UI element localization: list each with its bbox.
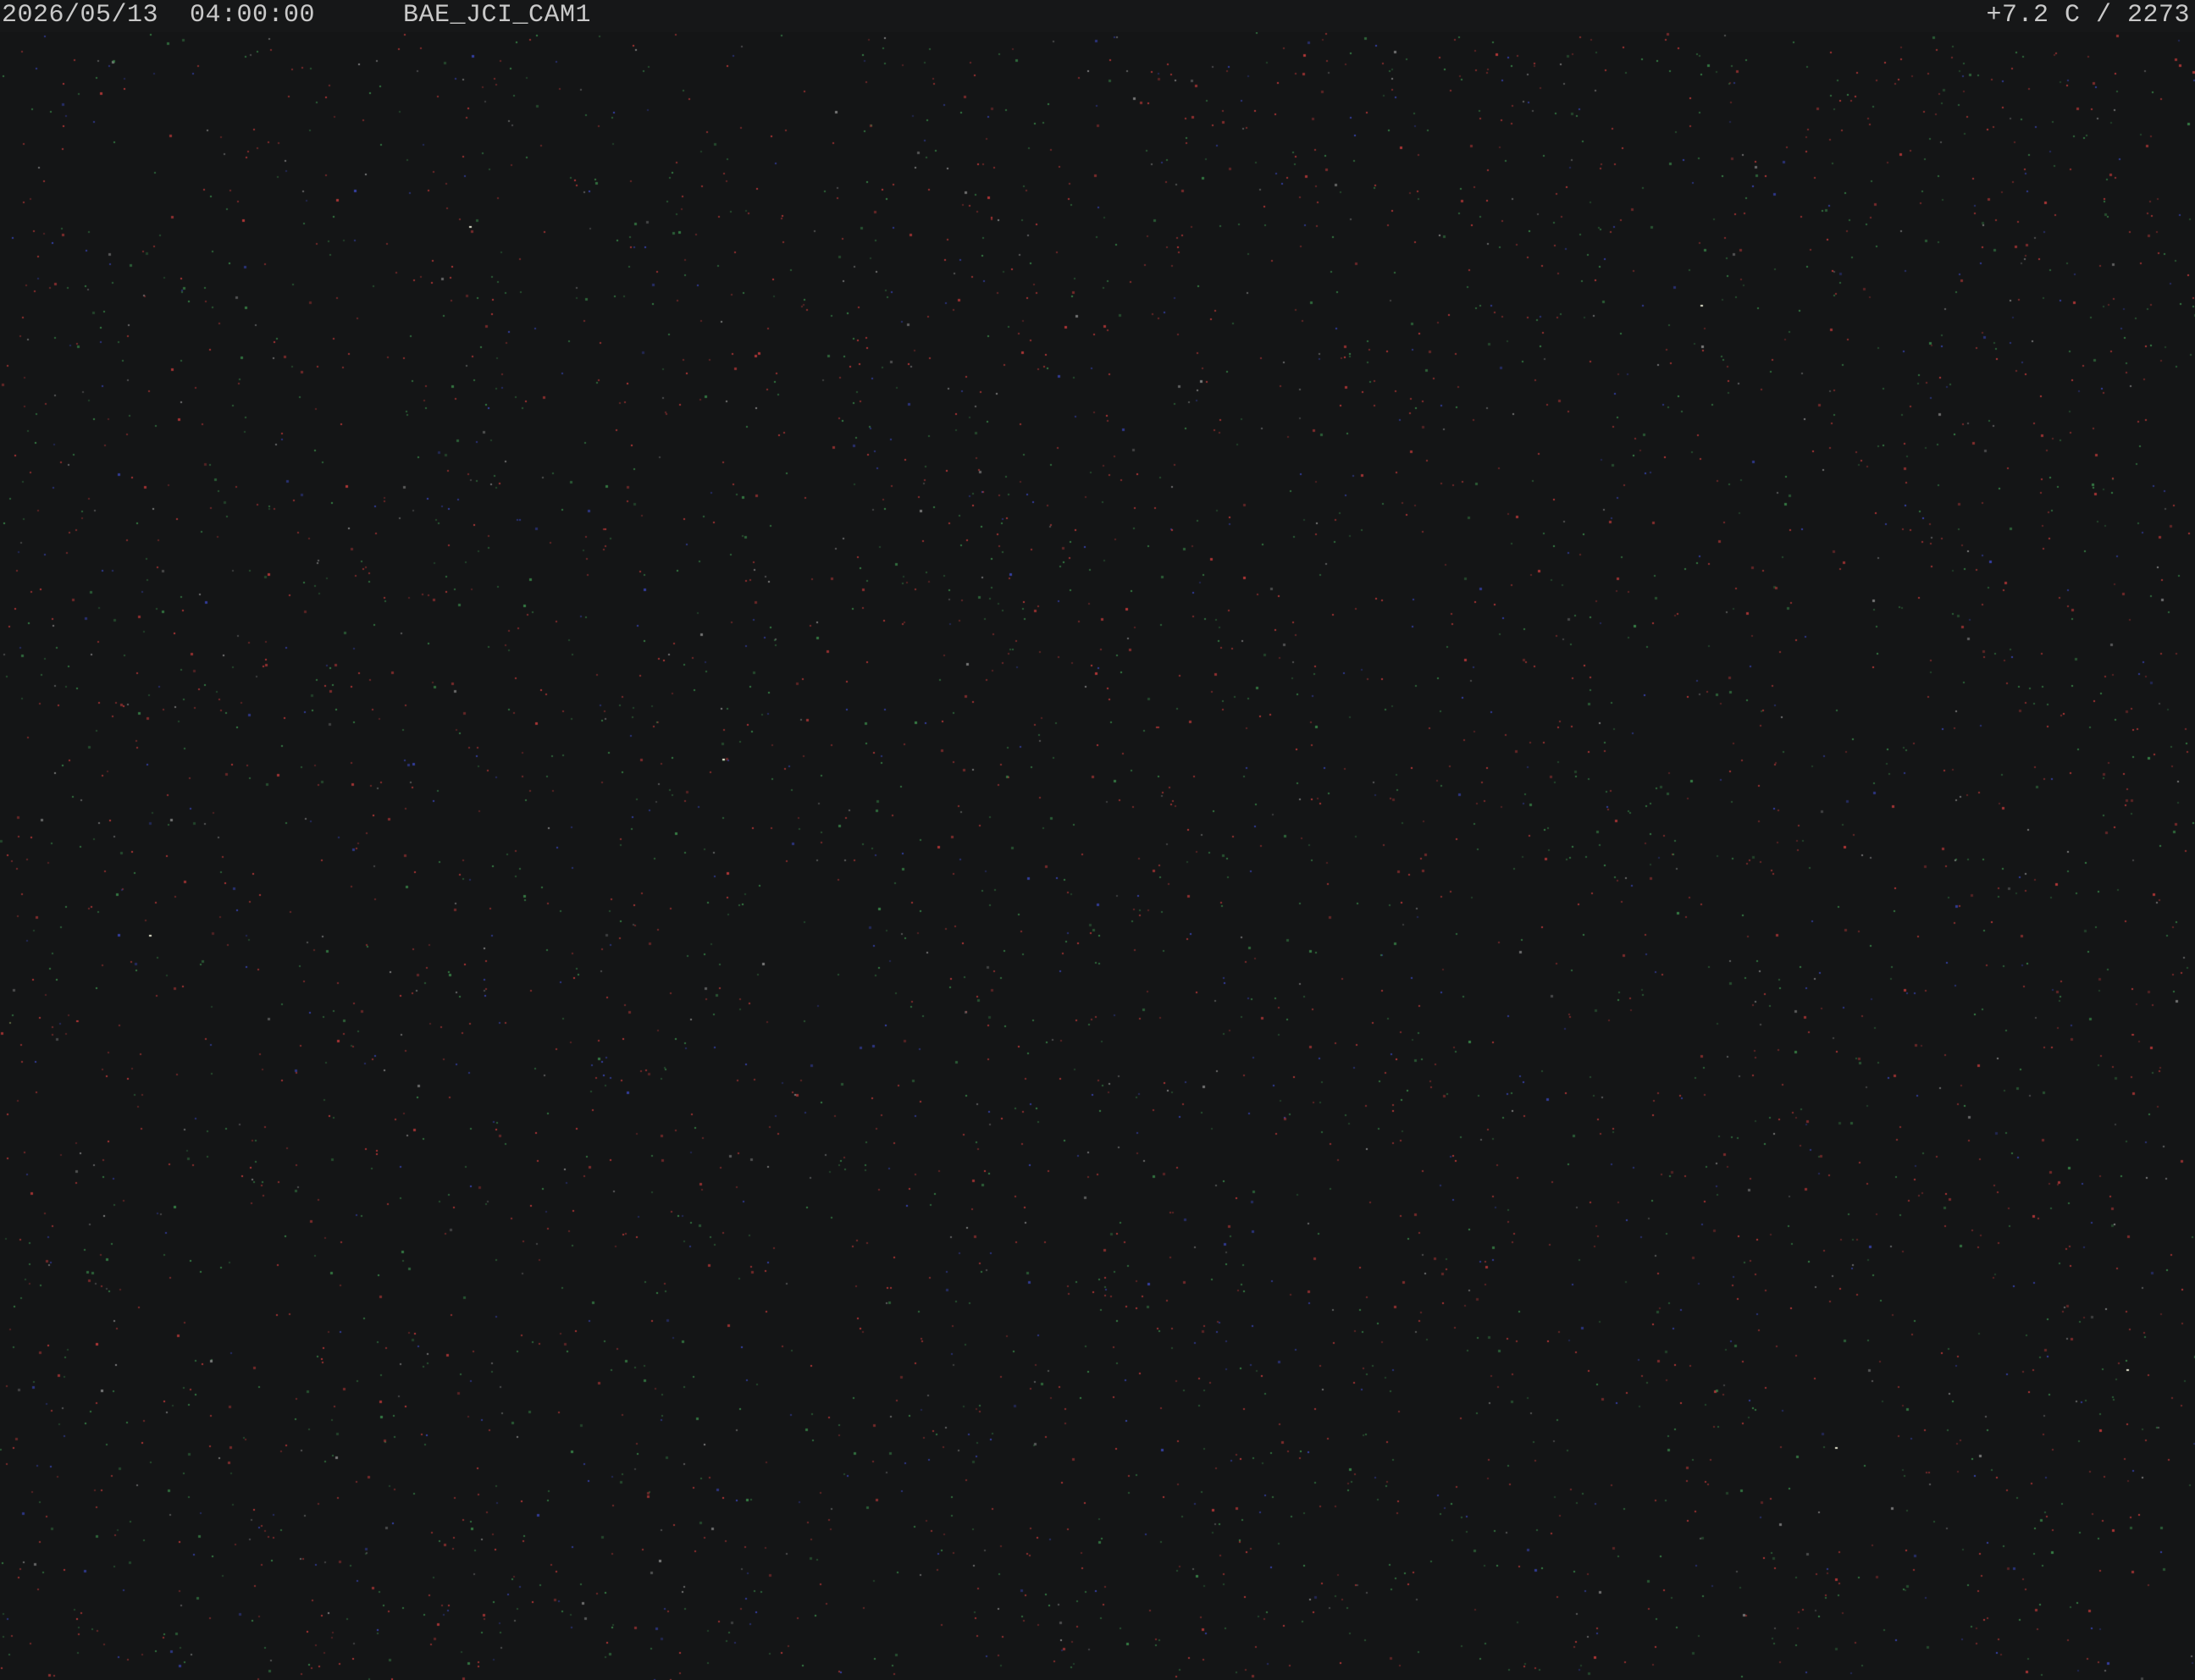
osd-datetime: 2026/05/13 04:00:00 bbox=[2, 1, 316, 30]
osd-overlay-bar: 2026/05/13 04:00:00 BAE_JCI_CAM1 +7.2 C … bbox=[0, 0, 2195, 32]
night-sky-sensor-noise bbox=[0, 32, 2195, 1680]
camera-frame: 2026/05/13 04:00:00 BAE_JCI_CAM1 +7.2 C … bbox=[0, 0, 2195, 1680]
osd-camera-id: BAE_JCI_CAM1 bbox=[403, 1, 592, 30]
osd-temperature-reading: +7.2 C / 2273 bbox=[1986, 1, 2190, 30]
